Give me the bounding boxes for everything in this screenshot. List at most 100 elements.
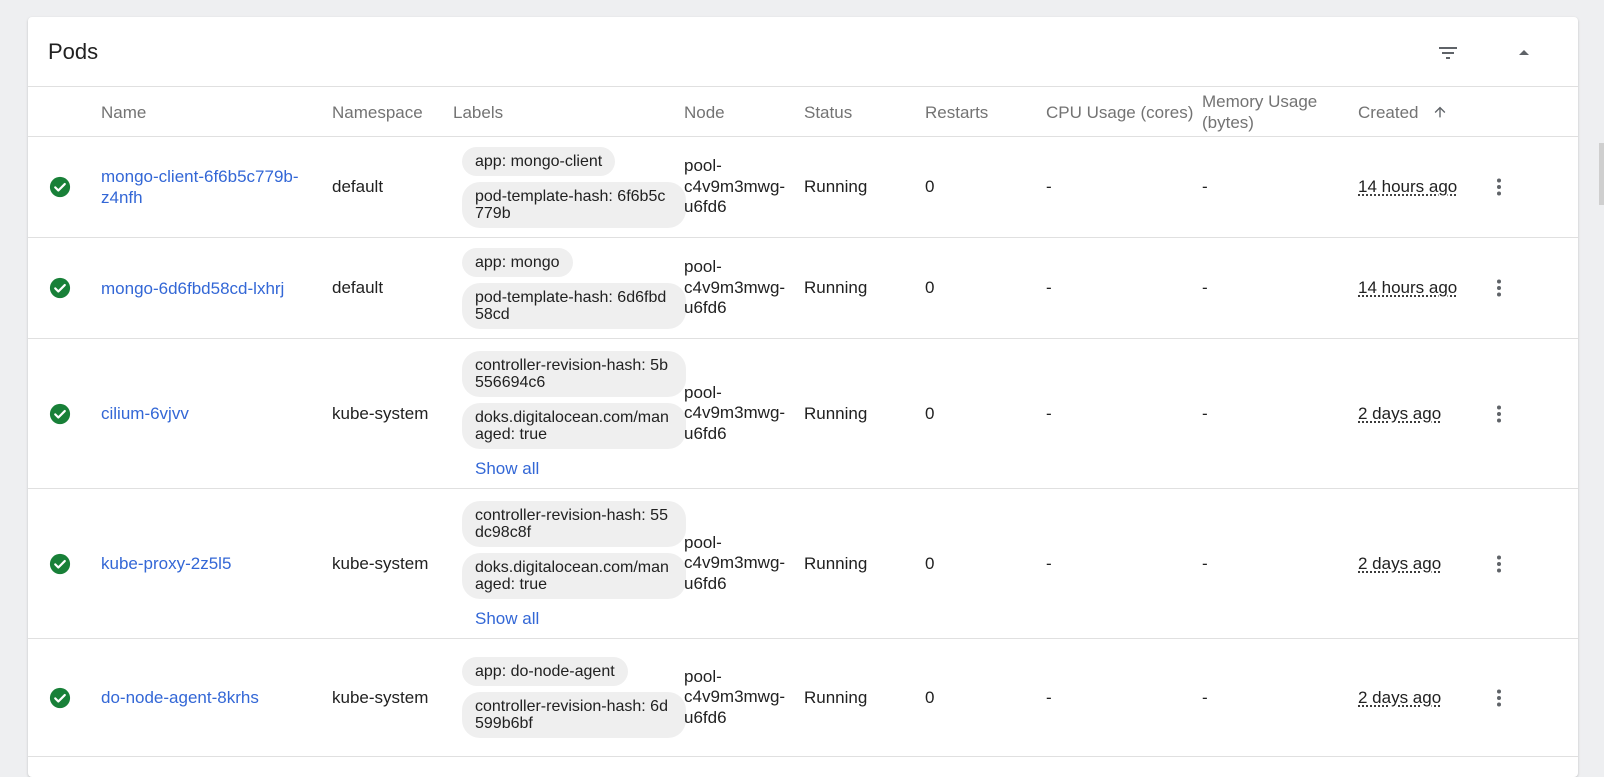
card-header: Pods xyxy=(28,17,1578,87)
created-cell: 14 hours ago xyxy=(1358,137,1457,237)
node-name: pool-c4v9m3mwg-u6fd6 xyxy=(684,533,794,595)
label-chip: app: mongo xyxy=(462,248,573,277)
scrollbar[interactable] xyxy=(1599,143,1604,205)
table-header: Name Namespace Labels Node Status Restar… xyxy=(28,87,1578,137)
node-cell: pool-c4v9m3mwg-u6fd6 xyxy=(684,339,794,488)
column-header-labels: Labels xyxy=(453,87,503,137)
row-actions-button[interactable] xyxy=(1484,238,1514,338)
memory-cell: - xyxy=(1202,489,1208,638)
node-cell: pool-c4v9m3mwg-u6fd6 xyxy=(684,238,794,338)
status-cell xyxy=(49,339,71,488)
check-circle-icon xyxy=(49,687,71,709)
cpu-cell: - xyxy=(1046,339,1052,488)
cpu-cell: - xyxy=(1046,639,1052,756)
more-vert-icon xyxy=(1487,552,1511,576)
name-cell: mongo-6d6fbd58cd-lxhrj xyxy=(101,238,321,338)
namespace-cell: kube-system xyxy=(332,489,428,638)
cpu-cell: - xyxy=(1046,238,1052,338)
column-header-name[interactable]: Name xyxy=(101,87,321,137)
table-body: mongo-client-6f6b5c779b-z4nfh default ap… xyxy=(28,137,1578,757)
table-row: do-node-agent-8krhs kube-system app: do-… xyxy=(28,639,1578,757)
created-timestamp[interactable]: 14 hours ago xyxy=(1358,278,1457,298)
created-timestamp[interactable]: 14 hours ago xyxy=(1358,177,1457,197)
node-cell: pool-c4v9m3mwg-u6fd6 xyxy=(684,489,794,638)
namespace-cell: default xyxy=(332,137,383,237)
restarts-cell: 0 xyxy=(925,489,934,638)
more-vert-icon xyxy=(1487,686,1511,710)
status-cell xyxy=(49,639,71,756)
more-vert-icon xyxy=(1487,175,1511,199)
restarts-cell: 0 xyxy=(925,137,934,237)
row-actions-button[interactable] xyxy=(1484,339,1514,488)
column-header-memory-line1: Memory Usage xyxy=(1202,91,1317,112)
show-all-labels-link[interactable]: Show all xyxy=(475,609,686,629)
restarts-cell: 0 xyxy=(925,639,934,756)
created-cell: 14 hours ago xyxy=(1358,238,1457,338)
label-chip: pod-template-hash: 6f6b5c779b xyxy=(462,182,686,228)
filter-icon xyxy=(1436,41,1460,65)
status-cell xyxy=(49,489,71,638)
column-header-created[interactable]: Created xyxy=(1358,87,1448,137)
column-header-memory[interactable]: Memory Usage (bytes) xyxy=(1202,87,1317,137)
table-row: mongo-6d6fbd58cd-lxhrj default app: mong… xyxy=(28,238,1578,339)
pod-name-link[interactable]: cilium-6vjvv xyxy=(101,403,189,424)
cpu-cell: - xyxy=(1046,489,1052,638)
label-chip: doks.digitalocean.com/managed: true xyxy=(462,403,686,449)
created-timestamp[interactable]: 2 days ago xyxy=(1358,688,1441,708)
column-header-node[interactable]: Node xyxy=(684,87,725,137)
status-text: Running xyxy=(804,137,867,237)
created-cell: 2 days ago xyxy=(1358,489,1441,638)
pod-name-link[interactable]: mongo-6d6fbd58cd-lxhrj xyxy=(101,278,284,299)
memory-cell: - xyxy=(1202,639,1208,756)
name-cell: do-node-agent-8krhs xyxy=(101,639,321,756)
labels-cell: controller-revision-hash: 5b556694c6 doks… xyxy=(462,339,686,488)
cpu-cell: - xyxy=(1046,137,1052,237)
restarts-cell: 0 xyxy=(925,238,934,338)
status-text: Running xyxy=(804,489,867,638)
check-circle-icon xyxy=(49,277,71,299)
memory-cell: - xyxy=(1202,137,1208,237)
label-chip: app: do-node-agent xyxy=(462,657,628,686)
labels-cell: app: mongo pod-template-hash: 6d6fbd58cd xyxy=(462,238,686,338)
filter-button[interactable] xyxy=(1432,37,1464,69)
row-actions-button[interactable] xyxy=(1484,639,1514,756)
column-header-cpu[interactable]: CPU Usage (cores) xyxy=(1046,87,1193,137)
table-row: cilium-6vjvv kube-system controller-revi… xyxy=(28,339,1578,489)
sort-ascending-icon[interactable] xyxy=(1432,104,1448,120)
check-circle-icon xyxy=(49,553,71,575)
pod-name-link[interactable]: do-node-agent-8krhs xyxy=(101,687,259,708)
memory-cell: - xyxy=(1202,238,1208,338)
status-cell xyxy=(49,137,71,237)
created-timestamp[interactable]: 2 days ago xyxy=(1358,554,1441,574)
memory-cell: - xyxy=(1202,339,1208,488)
label-chip: doks.digitalocean.com/managed: true xyxy=(462,553,686,599)
table-row: mongo-client-6f6b5c779b-z4nfh default ap… xyxy=(28,137,1578,238)
labels-cell: controller-revision-hash: 55dc98c8f doks.… xyxy=(462,489,686,638)
created-cell: 2 days ago xyxy=(1358,639,1441,756)
column-header-namespace[interactable]: Namespace xyxy=(332,87,423,137)
namespace-cell: kube-system xyxy=(332,339,428,488)
pod-name-link[interactable]: mongo-client-6f6b5c779b-z4nfh xyxy=(101,166,321,208)
labels-cell: app: mongo-client pod-template-hash: 6f6b… xyxy=(462,137,686,237)
namespace-cell: default xyxy=(332,238,383,338)
more-vert-icon xyxy=(1487,402,1511,426)
label-chip: app: mongo-client xyxy=(462,147,615,176)
column-header-restarts[interactable]: Restarts xyxy=(925,87,988,137)
show-all-labels-link[interactable]: Show all xyxy=(475,459,686,479)
node-name: pool-c4v9m3mwg-u6fd6 xyxy=(684,257,794,319)
label-chip: controller-revision-hash: 55dc98c8f xyxy=(462,501,686,547)
collapse-button[interactable] xyxy=(1508,37,1540,69)
namespace-cell: kube-system xyxy=(332,639,428,756)
created-timestamp[interactable]: 2 days ago xyxy=(1358,404,1441,424)
status-text: Running xyxy=(804,339,867,488)
node-name: pool-c4v9m3mwg-u6fd6 xyxy=(684,383,794,445)
check-circle-icon xyxy=(49,176,71,198)
row-actions-button[interactable] xyxy=(1484,489,1514,638)
column-header-memory-line2: (bytes) xyxy=(1202,112,1254,133)
status-cell xyxy=(49,238,71,338)
row-actions-button[interactable] xyxy=(1484,137,1514,237)
column-header-status[interactable]: Status xyxy=(804,87,852,137)
name-cell: cilium-6vjvv xyxy=(101,339,321,488)
pod-name-link[interactable]: kube-proxy-2z5l5 xyxy=(101,553,231,574)
label-chip: controller-revision-hash: 5b556694c6 xyxy=(462,351,686,397)
